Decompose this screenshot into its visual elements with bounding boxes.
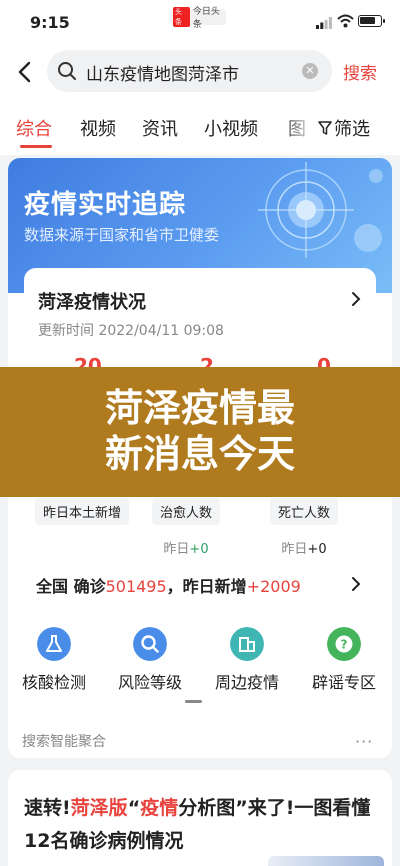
stat-deaths: 死亡人数 昨日+0 <box>249 498 359 557</box>
tab-video[interactable]: 视频 <box>80 115 116 141</box>
more-icon[interactable]: ··· <box>355 732 373 751</box>
article-card[interactable]: 速转!菏泽版“疫情分析图”来了!一图看懂12名确诊病例情况 <box>8 770 392 866</box>
status-card-title: 菏泽疫情状况 <box>38 292 146 313</box>
stat-label: 治愈人数 <box>151 498 220 525</box>
stat-label: 死亡人数 <box>269 498 338 525</box>
filter-button[interactable]: 筛选 <box>318 115 370 141</box>
battery-icon <box>358 15 385 27</box>
active-tab-indicator <box>20 145 52 148</box>
tab-fade <box>287 100 317 155</box>
magnifier-icon <box>133 627 167 661</box>
headline-overlay: 菏泽疫情最 新消息今天 <box>0 367 400 497</box>
stat-change: 昨日+0 <box>249 538 359 557</box>
article-highlight: 疫情 <box>140 797 179 819</box>
stat-change-prefix: 昨日 <box>163 542 190 557</box>
national-new-cases: +2009 <box>246 577 301 596</box>
quick-link-label: 周边疫情 <box>214 673 279 692</box>
stat-change-value: +0 <box>189 542 209 557</box>
stat-cured: 治愈人数 昨日+0 <box>131 498 241 557</box>
svg-text:?: ? <box>341 638 348 652</box>
quick-link-nucleic-test[interactable]: 核酸检测 <box>9 627 99 693</box>
quick-link-nearby[interactable]: 周边疫情 <box>202 627 292 693</box>
article-part: 速转! <box>24 797 71 819</box>
national-prefix: 全国 确诊 <box>36 577 106 596</box>
clear-icon[interactable]: ✕ <box>302 63 318 79</box>
signal-icon <box>316 17 332 29</box>
search-query: 山东疫情地图菏泽市 <box>86 65 239 85</box>
quick-link-risk-level[interactable]: 风险等级 <box>105 627 195 693</box>
buildings-icon <box>230 627 264 661</box>
filter-label: 筛选 <box>334 119 370 140</box>
stat-local-new: 昨日本土新增 <box>27 498 137 525</box>
quick-link-label: 辟谣专区 <box>311 673 376 692</box>
search-header: 山东疫情地图菏泽市 ✕ 搜索 <box>0 46 400 100</box>
toutiao-badge-label: 今日头条 <box>192 7 220 30</box>
overlay-line-1: 菏泽疫情最 <box>104 386 295 430</box>
tab-bar: 综合 视频 资讯 小视频 图 筛选 <box>0 100 400 155</box>
smart-aggregate-label: 搜索智能聚合 <box>22 734 106 750</box>
virus-radar-icon <box>258 162 383 258</box>
status-bar: 9:15 头条 今日头条 <box>0 0 400 46</box>
banner-subtitle: 数据来源于国家和省市卫健委 <box>24 226 220 244</box>
article-title: 速转!菏泽版“疫情分析图”来了!一图看懂12名确诊病例情况 <box>24 792 384 858</box>
quick-link-label: 核酸检测 <box>21 673 86 692</box>
back-arrow-icon[interactable] <box>14 60 36 84</box>
national-summary[interactable]: 全国 确诊501495，昨日新增+2009 <box>36 573 366 597</box>
tab-news[interactable]: 资讯 <box>142 115 178 141</box>
search-button[interactable]: 搜索 <box>343 59 377 84</box>
national-mid: ，昨日新增 <box>166 577 247 596</box>
overlay-title: 菏泽疫情最 新消息今天 <box>0 385 400 477</box>
article-highlight: 菏泽版 <box>70 797 128 819</box>
banner-title: 疫情实时追踪 <box>24 190 187 220</box>
article-part: “ <box>127 797 141 819</box>
chevron-right-icon[interactable] <box>350 290 362 308</box>
toutiao-logo-icon: 头条 <box>173 7 190 27</box>
article-thumbnail <box>268 856 384 866</box>
wifi-icon <box>337 14 354 28</box>
status-time: 9:15 <box>30 13 70 32</box>
tab-comprehensive[interactable]: 综合 <box>16 115 52 141</box>
update-time: 更新时间 2022/04/11 09:08 <box>38 323 224 339</box>
quick-link-label: 风险等级 <box>117 673 182 692</box>
stat-label: 昨日本土新增 <box>34 498 129 525</box>
tab-short-video[interactable]: 小视频 <box>204 115 258 141</box>
toutiao-badge[interactable]: 头条 今日头条 <box>170 7 226 30</box>
search-icon <box>58 62 76 80</box>
stat-change-value: +0 <box>307 542 327 557</box>
flask-icon <box>37 627 71 661</box>
page-indicator <box>185 700 202 703</box>
chevron-right-icon[interactable] <box>350 575 362 593</box>
search-input[interactable]: 山东疫情地图菏泽市 ✕ <box>47 50 332 92</box>
national-confirmed: 501495 <box>105 577 167 596</box>
stat-change-prefix: 昨日 <box>281 542 308 557</box>
stat-change: 昨日+0 <box>131 538 241 557</box>
question-icon: ? <box>327 627 361 661</box>
overlay-line-2: 新消息今天 <box>104 432 295 476</box>
filter-icon <box>318 121 332 135</box>
quick-link-rumor[interactable]: ? 辟谣专区 <box>299 627 389 693</box>
